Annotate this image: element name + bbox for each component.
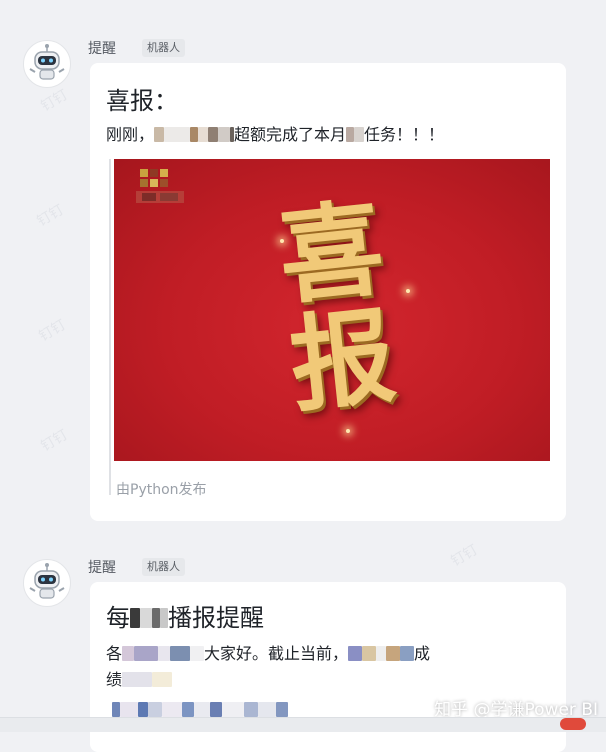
redacted-block	[158, 646, 171, 661]
redacted-block	[362, 646, 377, 661]
redacted-block	[190, 646, 205, 661]
sparkle	[346, 429, 350, 433]
background-watermark: 钉钉	[448, 541, 481, 570]
redacted-block	[152, 608, 160, 628]
text-prefix: 刚刚，	[106, 125, 155, 144]
robot-icon	[29, 563, 65, 599]
redacted-block	[130, 608, 140, 628]
redacted-block	[354, 127, 365, 142]
sender-name[interactable]: 提醒	[88, 38, 116, 58]
celebration-poster-image[interactable]: 喜报	[114, 159, 550, 461]
redacted-block	[112, 702, 120, 717]
publisher-footer: 由Python发布	[116, 482, 207, 498]
redacted-block	[198, 127, 209, 142]
redacted-block	[170, 646, 191, 661]
redacted-block	[376, 646, 387, 661]
redacted-block	[134, 646, 159, 661]
robot-icon	[29, 44, 65, 80]
sparkle	[406, 289, 410, 293]
title-prefix: 每	[106, 604, 130, 632]
redacted-block	[386, 646, 401, 661]
text-prefix: 绩	[106, 670, 123, 689]
redacted-block	[160, 608, 168, 628]
redacted-block	[222, 702, 244, 717]
redacted-block	[400, 646, 415, 661]
title-suffix: 播报提醒	[168, 604, 264, 632]
text-mid: 大家好。截止当前，	[204, 644, 349, 663]
text-suffix: 任务！！！	[364, 125, 445, 144]
redacted-block	[152, 672, 173, 687]
robot-tag: 机器人	[142, 558, 185, 576]
sparkle	[280, 239, 284, 243]
message-text-line: 刚刚， 超额完成了本月 任务！！！	[106, 121, 444, 145]
redacted-block	[182, 702, 194, 717]
robot-tag: 机器人	[142, 39, 185, 57]
redacted-block	[346, 127, 355, 142]
text-prefix: 各	[106, 644, 123, 663]
message-bubble[interactable]: 喜报： 刚刚， 超额完成了本月 任务！！！ 喜报 由Python发布	[90, 63, 566, 521]
sender-name[interactable]: 提醒	[88, 557, 116, 577]
redacted-block	[276, 702, 288, 717]
bottom-toolbar-edge	[0, 717, 606, 732]
message-title: 喜报：	[106, 87, 178, 115]
blurred-logo	[136, 169, 184, 203]
redacted-block	[148, 702, 162, 717]
redacted-block	[140, 608, 152, 628]
redacted-block	[210, 702, 222, 717]
redacted-block	[122, 672, 153, 687]
redacted-block	[154, 127, 165, 142]
message-text-line: 绩	[106, 666, 173, 690]
redacted-block	[122, 646, 135, 661]
redacted-block	[218, 127, 231, 142]
redacted-block	[138, 702, 148, 717]
background-watermark: 钉钉	[38, 86, 71, 115]
redacted-block	[258, 702, 276, 717]
text-suffix: 成	[414, 644, 431, 663]
redacted-block	[164, 127, 191, 142]
redacted-block	[244, 702, 258, 717]
message-title: 每 播报提醒	[106, 598, 264, 633]
text-mid: 超额完成了本月	[234, 125, 347, 144]
redacted-block	[162, 702, 182, 717]
redacted-block	[348, 646, 363, 661]
poster-calligraphy: 喜报	[273, 186, 401, 427]
redacted-block	[120, 702, 138, 717]
robot-avatar[interactable]	[23, 559, 71, 607]
background-watermark: 钉钉	[34, 201, 67, 230]
background-watermark: 钉钉	[38, 426, 71, 455]
message-text-line: 各 大家好。截止当前， 成	[106, 640, 430, 664]
redacted-block	[208, 127, 219, 142]
robot-avatar[interactable]	[23, 40, 71, 88]
notification-badge[interactable]	[560, 718, 586, 730]
redacted-block	[190, 127, 199, 142]
redacted-block	[194, 702, 210, 717]
background-watermark: 钉钉	[36, 316, 69, 345]
quote-bar	[109, 159, 111, 495]
